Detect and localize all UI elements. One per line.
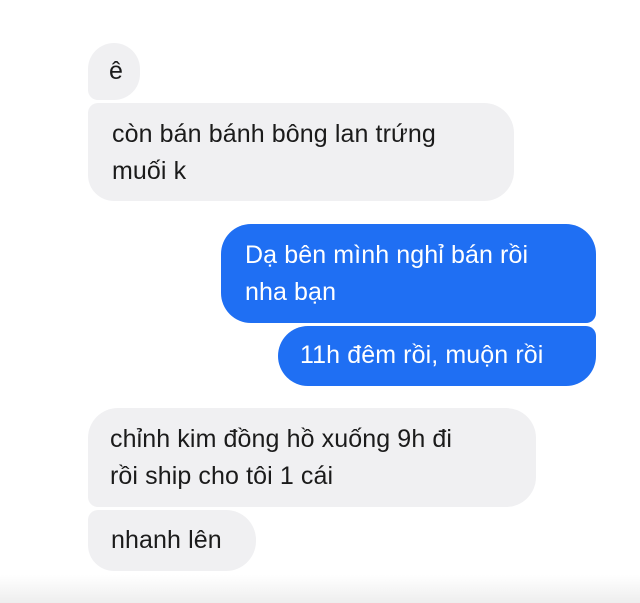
outgoing-message-bubble[interactable]: Dạ bên mình nghỉ bán rồi nha bạn	[221, 224, 596, 323]
message-text-line: muối k	[112, 157, 187, 185]
bottom-edge-shade	[0, 575, 640, 603]
message-text-line: Dạ bên mình nghỉ bán rồi	[245, 241, 529, 269]
message-text-line: ê	[109, 57, 124, 85]
message-text-line: rồi ship cho tôi 1 cái	[110, 462, 334, 490]
incoming-message-bubble[interactable]: nhanh lên	[88, 510, 256, 571]
incoming-message-bubble[interactable]: ê	[88, 43, 140, 100]
message-text-line: 11h đêm rồi, muộn rồi	[300, 341, 544, 369]
message-text-line: chỉnh kim đồng hồ xuống 9h đi	[110, 425, 453, 453]
outgoing-message-bubble[interactable]: 11h đêm rồi, muộn rồi	[278, 326, 596, 386]
incoming-message-bubble[interactable]: còn bán bánh bông lan trứng muối k	[88, 103, 514, 201]
incoming-message-bubble[interactable]: chỉnh kim đồng hồ xuống 9h đi rồi ship c…	[88, 408, 536, 507]
message-text-line: nha bạn	[245, 278, 337, 306]
message-text-line: còn bán bánh bông lan trứng	[112, 120, 436, 148]
message-text-line: nhanh lên	[111, 526, 222, 554]
message-thread: ê còn bán bánh bông lan trứng muối k Dạ …	[0, 0, 640, 603]
